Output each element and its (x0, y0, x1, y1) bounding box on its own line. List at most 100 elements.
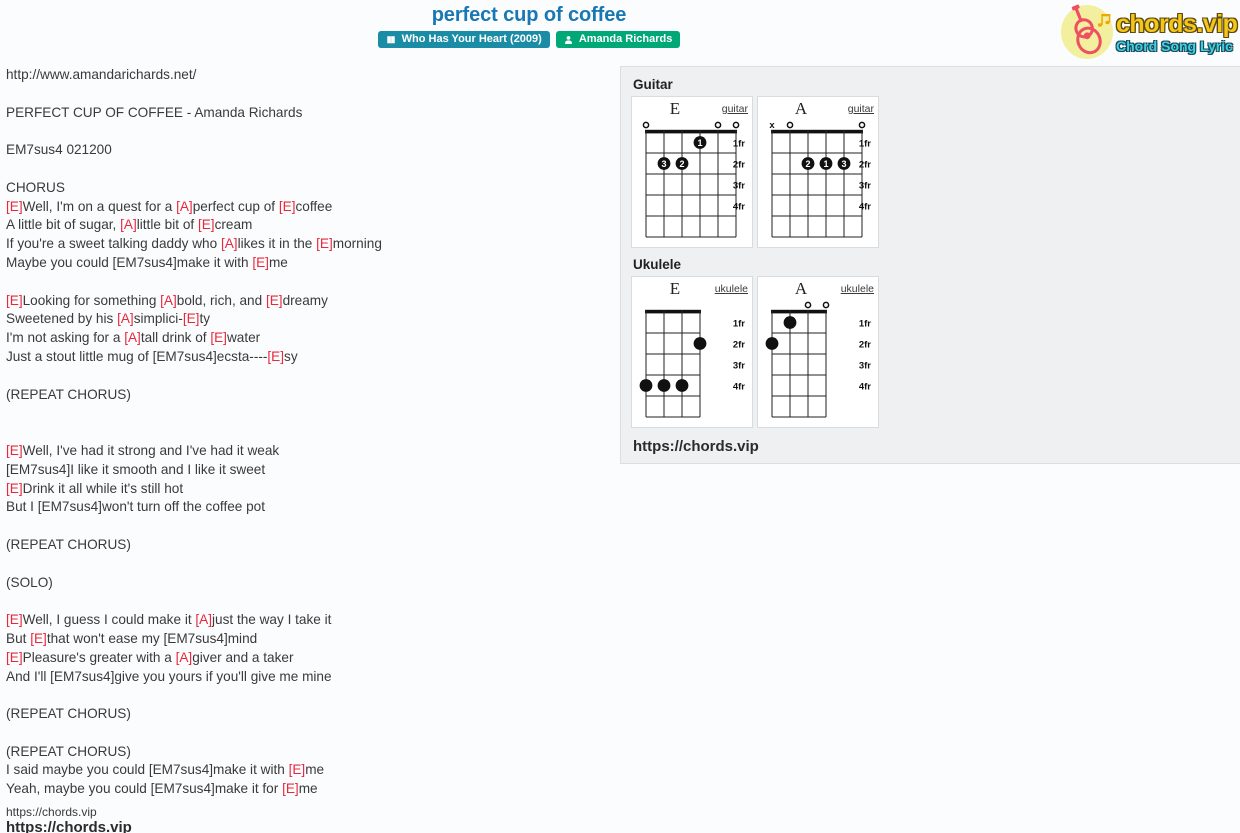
lyric-text: Well, I guess I could make it (22, 612, 196, 628)
svg-text:2fr: 2fr (859, 160, 871, 171)
svg-text:1fr: 1fr (859, 319, 871, 330)
svg-text:3: 3 (661, 159, 666, 169)
page-header: perfect cup of coffee Who Has Your Heart… (0, 0, 1240, 62)
chord-card-ukulele-A: Aukulele 1fr 2fr 3fr 4fr (757, 276, 879, 428)
lyric-text: (REPEAT CHORUS) (6, 536, 131, 552)
lyric-text: (REPEAT CHORUS) (6, 706, 131, 722)
lyrics-footer-url: https://chords.vip (6, 819, 132, 833)
badge-group: Who Has Your Heart (2009) Amanda Richard… (0, 31, 1058, 48)
svg-text:4fr: 4fr (859, 202, 871, 213)
chord-link[interactable]: [E] (289, 762, 306, 777)
chord-link[interactable]: [E] (282, 781, 299, 796)
svg-text:3: 3 (841, 159, 846, 169)
svg-text:4fr: 4fr (733, 202, 745, 213)
logo-main-text: chords.vip (1116, 9, 1238, 38)
chord-link[interactable]: [A] (176, 199, 193, 214)
svg-text:x: x (769, 120, 775, 131)
chord-link[interactable]: [A] (195, 612, 212, 627)
instrument-link-ukulele[interactable]: ukulele (841, 283, 874, 295)
svg-text:1fr: 1fr (733, 139, 745, 150)
chord-diagram-ukulele-A: 1fr 2fr 3fr 4fr (765, 301, 871, 418)
lyric-text: [EM7sus4]I like it smooth and I like it … (6, 461, 266, 477)
guitar-icon (1060, 3, 1120, 61)
svg-text:3fr: 3fr (733, 181, 745, 192)
chord-link[interactable]: [E] (6, 199, 23, 214)
guitar-chord-row: Eguitar 1 2 3 1fr 2fr 3fr 4fr Aguitar x 2 1 3 1fr 2fr 3… (631, 96, 1240, 248)
chord-link[interactable]: [E] (6, 612, 23, 627)
chord-card-header: Eguitar (636, 99, 748, 119)
chord-card-header: Eukulele (636, 279, 748, 299)
lyric-text: giver and a taker (192, 649, 294, 665)
svg-text:3fr: 3fr (859, 361, 871, 372)
lyric-text: me (268, 254, 288, 270)
svg-text:4fr: 4fr (733, 382, 745, 393)
chord-link[interactable]: [E] (183, 311, 200, 326)
chord-link[interactable]: [A] (124, 330, 141, 345)
chord-link[interactable]: [E] (6, 481, 23, 496)
lyric-text: Looking for something (22, 292, 161, 308)
svg-text:2fr: 2fr (733, 340, 745, 351)
panel-footer-url: https://chords.vip (633, 438, 759, 455)
lyric-text: simplici- (133, 311, 183, 327)
lyric-text: bold, rich, and (176, 292, 266, 308)
lyric-text: just the way I take it (212, 612, 332, 628)
svg-text:4fr: 4fr (859, 382, 871, 393)
svg-text:1fr: 1fr (733, 319, 745, 330)
chord-link[interactable]: [E] (210, 330, 227, 345)
lyric-text: perfect cup of (192, 198, 279, 214)
ukulele-chord-row: Eukulele 1fr 2fr 3fr 4fr Aukulele 1fr 2fr 3fr 4fr (631, 276, 1240, 428)
chord-link[interactable]: [E] (252, 255, 269, 270)
svg-text:2: 2 (805, 159, 810, 169)
chord-link[interactable]: [E] (6, 443, 23, 458)
lyric-text: morning (332, 236, 382, 252)
chord-link[interactable]: [A] (221, 236, 238, 251)
chord-diagram-guitar-E: 1 2 3 1fr 2fr 3fr 4fr (642, 121, 745, 238)
chord-link[interactable]: [A] (120, 217, 137, 232)
chord-link[interactable]: [E] (266, 293, 283, 308)
artist-badge[interactable]: Amanda Richards (555, 31, 681, 48)
artist-badge-label: Amanda Richards (578, 33, 673, 45)
lyric-text: Well, I've had it strong and I've had it… (22, 442, 280, 458)
instrument-link-ukulele[interactable]: ukulele (715, 283, 748, 295)
user-icon (564, 35, 573, 45)
chord-link[interactable]: [A] (117, 311, 134, 326)
lyric-text: sy (284, 348, 298, 364)
lyric-text: water (226, 330, 261, 346)
lyric-text: likes it in the (237, 236, 317, 252)
chord-card-header: Aguitar (762, 99, 874, 119)
svg-text:2fr: 2fr (859, 340, 871, 351)
svg-text:1: 1 (823, 159, 828, 169)
chord-card-header: Aukulele (762, 279, 874, 299)
logo-text: chords.vip Chord Song Lyric (1116, 9, 1238, 53)
instrument-link-guitar[interactable]: guitar (722, 103, 748, 115)
svg-text:3fr: 3fr (859, 181, 871, 192)
lyric-text: And I'll [EM7sus4]give you yours if you'… (6, 668, 332, 684)
site-logo[interactable]: chords.vip Chord Song Lyric (1060, 2, 1238, 62)
lyric-text: If you're a sweet talking daddy who (6, 236, 221, 252)
chord-card-ukulele-E: Eukulele 1fr 2fr 3fr 4fr (631, 276, 753, 428)
album-badge[interactable]: Who Has Your Heart (2009) (377, 31, 550, 48)
chord-diagram-panel: Guitar Eguitar 1 2 3 1fr 2fr 3fr 4fr Aguitar x 2 1 3… (620, 66, 1240, 464)
chord-link[interactable]: [E] (6, 650, 23, 665)
chord-link[interactable]: [E] (279, 199, 296, 214)
chord-link[interactable]: [E] (316, 236, 333, 251)
lyric-text: me (305, 762, 325, 778)
lyric-text: But (6, 630, 31, 646)
lyric-text: Yeah, maybe you could [EM7sus4]make it f… (6, 781, 283, 797)
lyric-text: ty (199, 311, 211, 327)
chord-card-guitar-E: Eguitar 1 2 3 1fr 2fr 3fr 4fr (631, 96, 753, 248)
lyric-text: I said maybe you could [EM7sus4]make it … (6, 762, 289, 778)
chord-link[interactable]: [E] (198, 217, 215, 232)
chord-link[interactable]: [A] (160, 293, 177, 308)
chord-link[interactable]: [E] (30, 631, 47, 646)
chord-link[interactable]: [E] (6, 293, 23, 308)
instrument-link-guitar[interactable]: guitar (848, 103, 874, 115)
lyric-text: tall drink of (140, 330, 211, 346)
lyric-text: cream (214, 217, 253, 233)
svg-text:1fr: 1fr (859, 139, 871, 150)
lyric-text: little bit of (136, 217, 198, 233)
page-title: perfect cup of coffee (431, 4, 627, 26)
lyric-text: Sweetened by his (6, 311, 118, 327)
chord-link[interactable]: [E] (267, 349, 284, 364)
chord-link[interactable]: [A] (176, 650, 193, 665)
